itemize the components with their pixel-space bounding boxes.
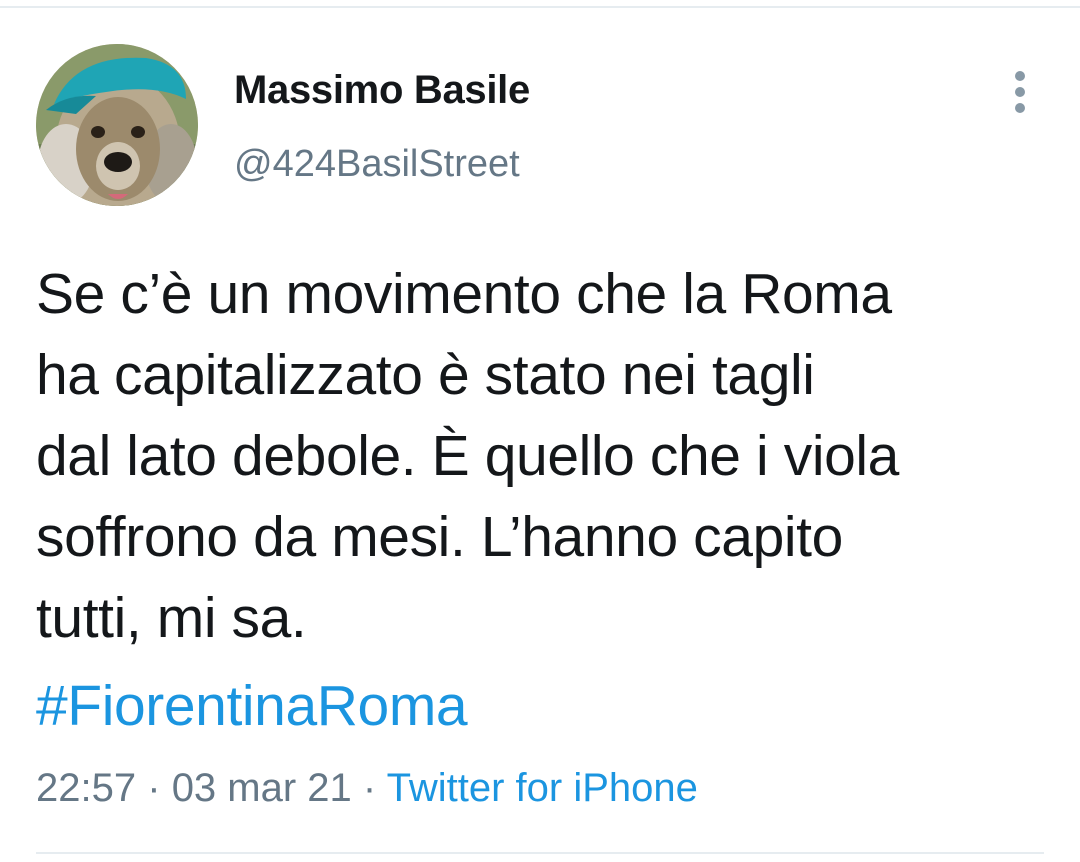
- avatar[interactable]: [36, 44, 198, 206]
- tweet-text-line: ha capitalizzato è stato nei tagli: [36, 343, 815, 407]
- meta-separator: ·: [362, 766, 377, 810]
- more-dot: [1015, 87, 1025, 97]
- tweet-date: 03 mar 21: [171, 766, 352, 810]
- tweet-text-line: Se c’è un movimento che la Roma: [36, 262, 892, 326]
- meta-separator: ·: [147, 766, 161, 810]
- tweet-text: Se c’è un movimento che la Roma ha capit…: [36, 254, 1046, 659]
- hashtag-link[interactable]: #FiorentinaRoma: [36, 666, 468, 747]
- tweet-meta: 22:57 · 03 mar 21 · Twitter for iPhone: [36, 766, 698, 811]
- more-dot: [1015, 103, 1025, 113]
- top-divider: [0, 6, 1080, 8]
- bottom-divider: [36, 852, 1044, 854]
- tweet-source-link[interactable]: Twitter for iPhone: [387, 766, 698, 810]
- tweet-text-line: soffrono da mesi. L’hanno capito: [36, 505, 843, 569]
- tweet-text-line: dal lato debole. È quello che i viola: [36, 424, 899, 488]
- tweet-text-line: tutti, mi sa.: [36, 586, 307, 650]
- more-dot: [1015, 71, 1025, 81]
- user-handle[interactable]: @424BasilStreet: [234, 143, 520, 186]
- display-name[interactable]: Massimo Basile: [234, 68, 530, 113]
- more-vertical-icon[interactable]: [1000, 66, 1040, 118]
- tweet-time: 22:57: [36, 766, 137, 810]
